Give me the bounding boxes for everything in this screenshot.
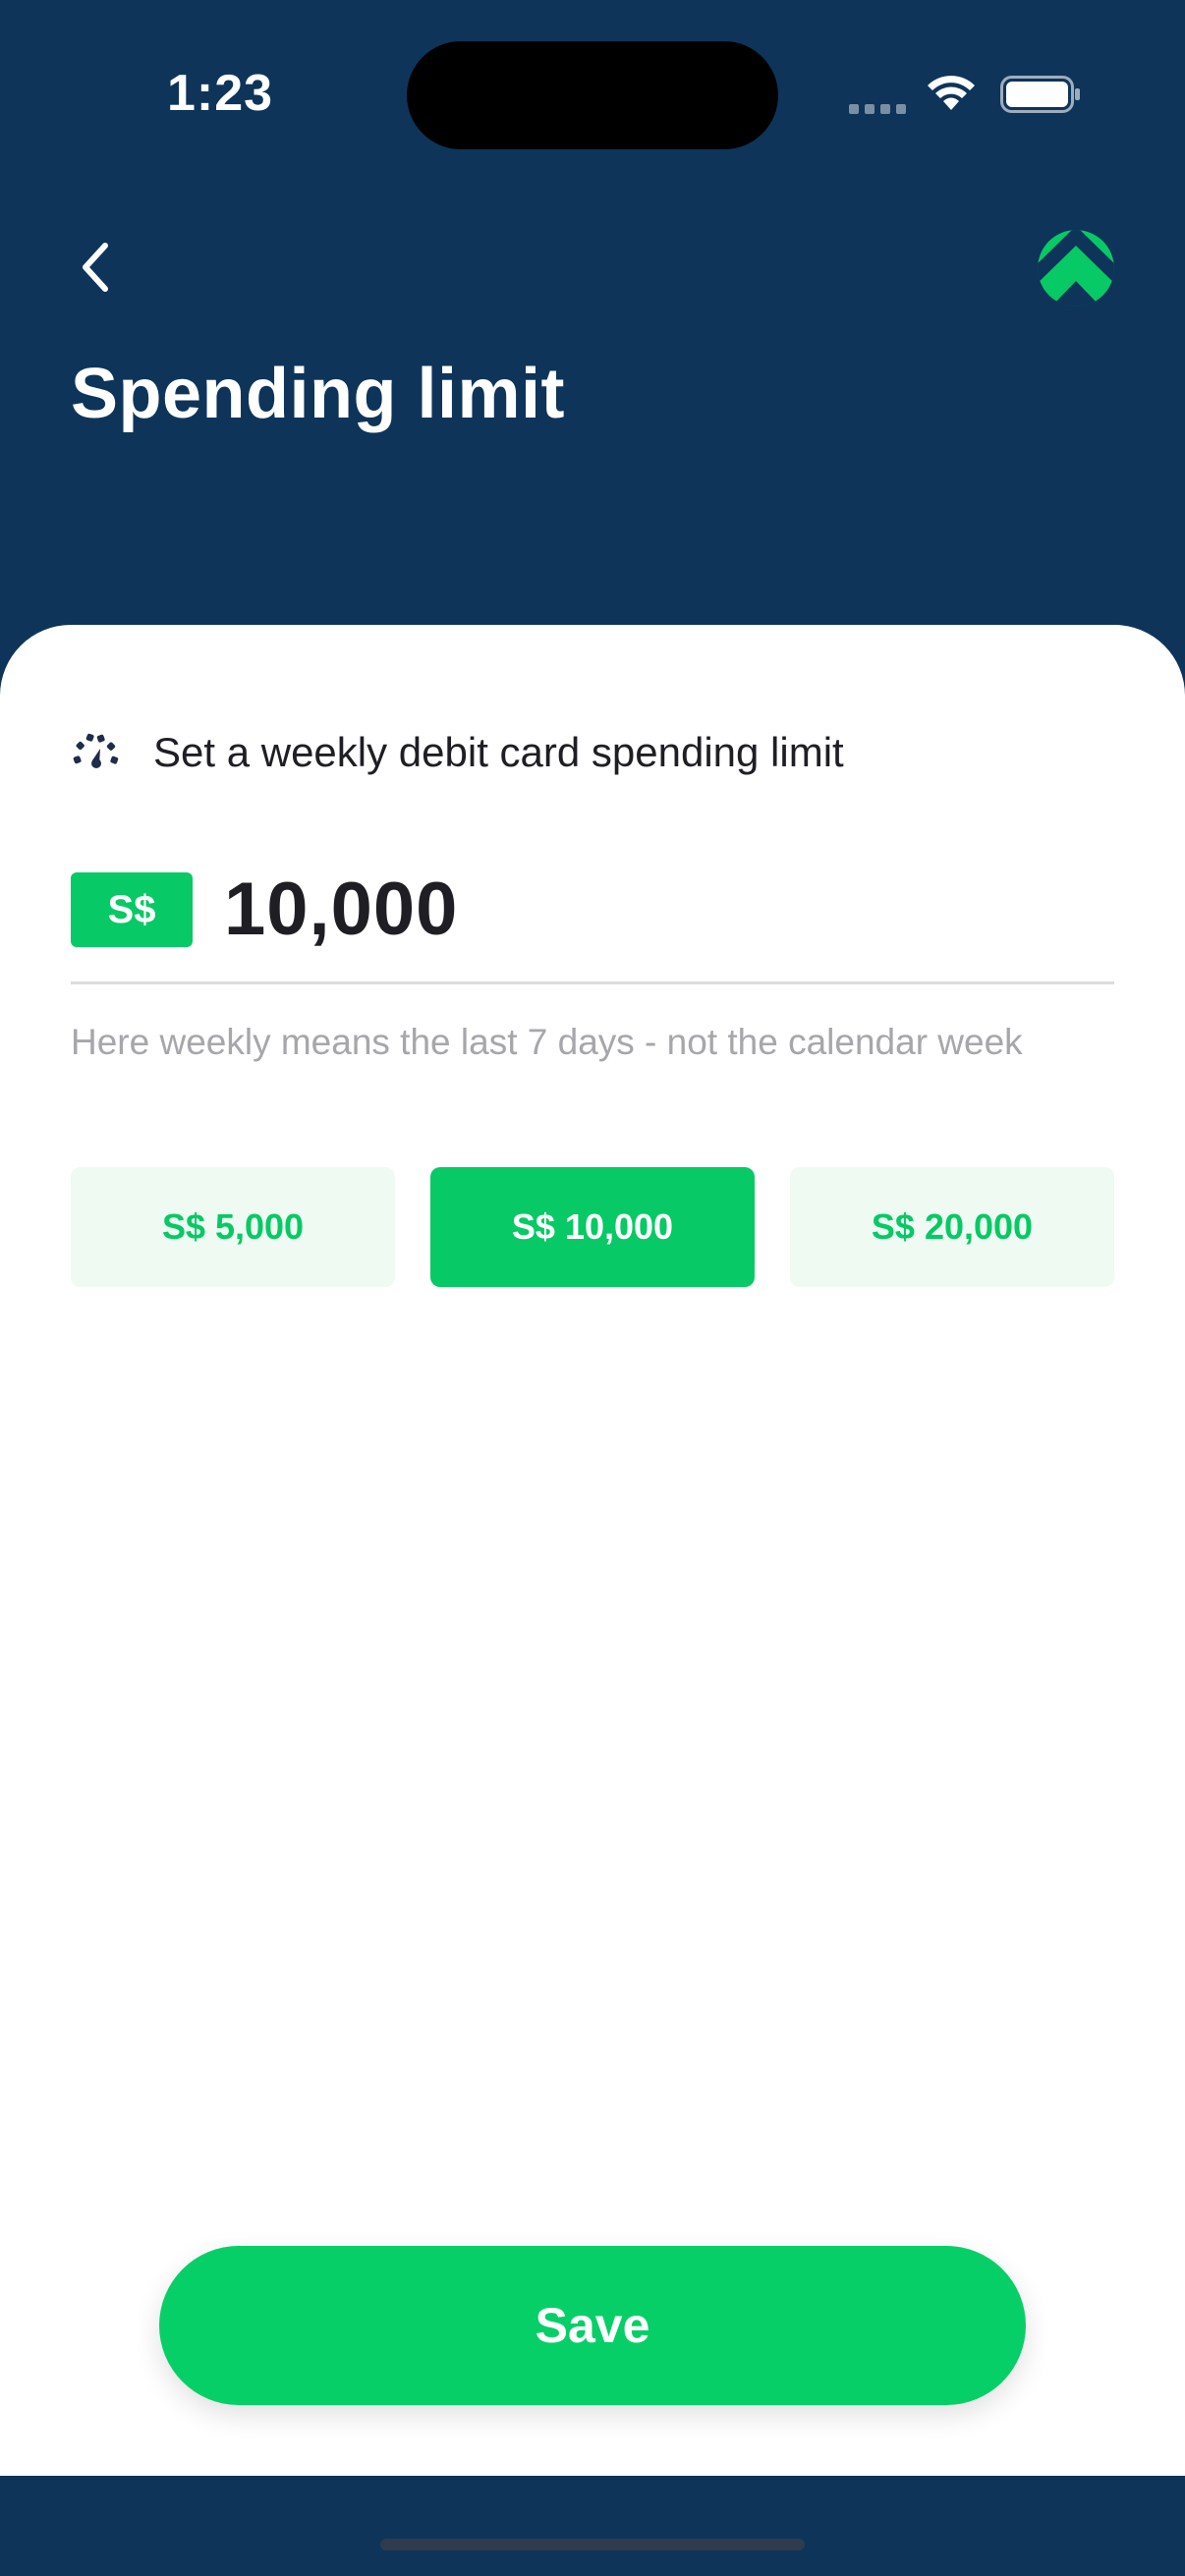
- chevron-left-icon: [83, 243, 108, 292]
- content-sheet: Set a weekly debit card spending limit S…: [0, 625, 1185, 2476]
- cellular-signal-icon: [849, 104, 906, 114]
- intro-text: Set a weekly debit card spending limit: [153, 729, 844, 775]
- spending-limit-screen: 1:23 Spending limit Set a weekly debit c…: [0, 0, 1185, 2576]
- preset-button-20000[interactable]: S$ 20,000: [790, 1167, 1114, 1287]
- wifi-icon: [928, 76, 975, 110]
- status-time: 1:23: [167, 65, 274, 122]
- preset-button-5000[interactable]: S$ 5,000: [71, 1167, 395, 1287]
- brand-logo-icon: [1038, 230, 1114, 307]
- amount-input[interactable]: 10,000: [224, 857, 458, 963]
- gauge-icon: [73, 733, 119, 768]
- amount-field[interactable]: S$ 10,000: [71, 857, 1114, 984]
- currency-badge: S$: [71, 872, 193, 947]
- save-button[interactable]: Save: [159, 2246, 1026, 2405]
- dynamic-island: [407, 41, 778, 149]
- home-indicator: [380, 2539, 805, 2550]
- hint-text: Here weekly means the last 7 days - not …: [71, 1022, 1023, 1062]
- back-button[interactable]: [61, 228, 130, 307]
- preset-options: S$ 5,000 S$ 10,000 S$ 20,000: [71, 1167, 1114, 1287]
- page-title: Spending limit: [71, 355, 565, 433]
- preset-button-10000[interactable]: S$ 10,000: [430, 1167, 755, 1287]
- intro-row: Set a weekly debit card spending limit: [71, 729, 844, 776]
- battery-icon: [1000, 76, 1080, 113]
